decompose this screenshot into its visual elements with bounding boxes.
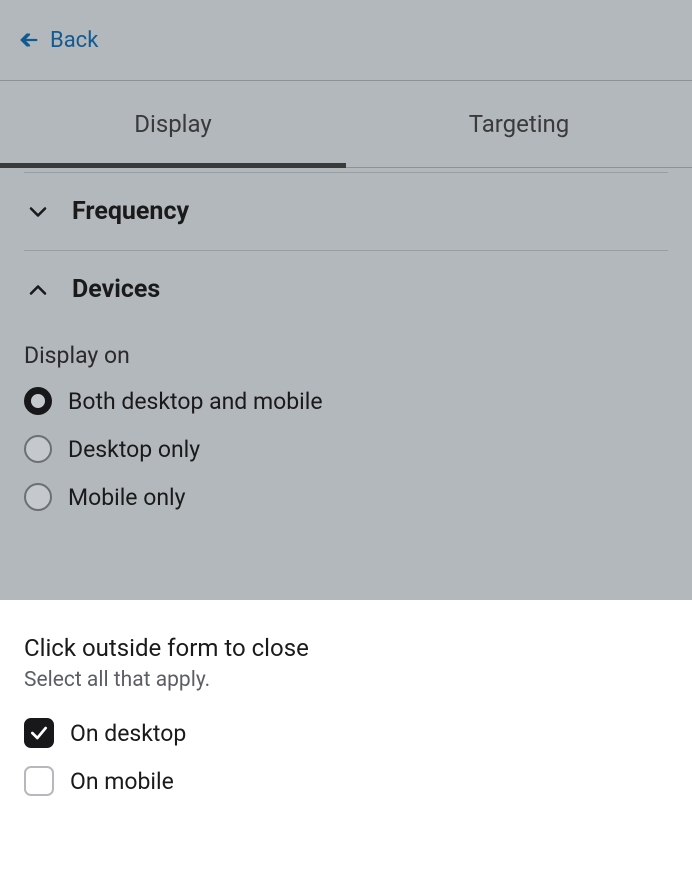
header-bar: Back <box>0 0 692 80</box>
panel-subtitle: Select all that apply. <box>24 668 668 692</box>
radio-icon <box>24 435 52 463</box>
display-on-radio-group: Both desktop and mobile Desktop only Mob… <box>24 387 668 551</box>
radio-mobile-only[interactable]: Mobile only <box>24 483 668 511</box>
section-frequency[interactable]: Frequency <box>24 172 668 250</box>
tab-targeting[interactable]: Targeting <box>346 81 692 167</box>
radio-both-label: Both desktop and mobile <box>68 388 323 415</box>
tab-display-label: Display <box>134 110 212 138</box>
panel-title: Click outside form to close <box>24 634 668 662</box>
checkbox-on-mobile[interactable]: On mobile <box>24 766 668 796</box>
content-area: Frequency Devices Display on Both deskto… <box>0 172 692 551</box>
section-devices[interactable]: Devices <box>24 250 668 328</box>
tab-bar: Display Targeting <box>0 80 692 168</box>
checkbox-unchecked-icon <box>24 766 54 796</box>
checkbox-on-mobile-label: On mobile <box>70 768 174 795</box>
back-button[interactable]: Back <box>18 28 98 53</box>
close-outside-checkbox-group: On desktop On mobile <box>24 718 668 796</box>
checkbox-checked-icon <box>24 718 54 748</box>
radio-icon-selected <box>24 387 52 415</box>
tab-display[interactable]: Display <box>0 81 346 167</box>
radio-desktop-only[interactable]: Desktop only <box>24 435 668 463</box>
checkbox-on-desktop[interactable]: On desktop <box>24 718 668 748</box>
checkbox-on-desktop-label: On desktop <box>70 720 186 747</box>
radio-icon <box>24 483 52 511</box>
close-outside-panel: Click outside form to close Select all t… <box>0 600 692 894</box>
display-on-label: Display on <box>24 328 668 387</box>
radio-mobile-only-label: Mobile only <box>68 484 186 511</box>
back-label: Back <box>50 28 98 53</box>
radio-desktop-only-label: Desktop only <box>68 436 200 463</box>
section-frequency-title: Frequency <box>72 197 189 226</box>
chevron-up-icon <box>24 276 52 304</box>
arrow-left-icon <box>18 29 40 51</box>
chevron-down-icon <box>24 198 52 226</box>
tab-targeting-label: Targeting <box>469 110 570 138</box>
section-devices-title: Devices <box>72 275 160 304</box>
radio-both[interactable]: Both desktop and mobile <box>24 387 668 415</box>
